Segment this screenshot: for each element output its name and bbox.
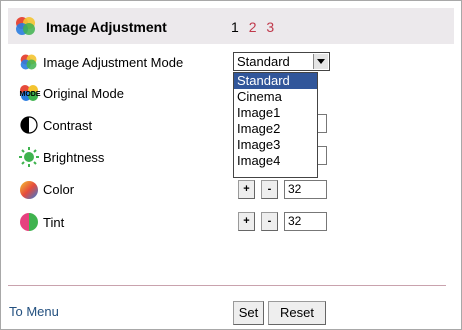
dropdown-option[interactable]: Image1 <box>234 105 317 121</box>
color-plus-button[interactable]: + <box>238 180 255 199</box>
tint-plus-button[interactable]: + <box>238 212 255 231</box>
original-mode-label: Original Mode <box>43 86 124 101</box>
dropdown-option[interactable]: Image2 <box>234 121 317 137</box>
palette-icon <box>14 14 38 41</box>
to-menu-link[interactable]: To Menu <box>9 304 59 319</box>
brightness-icon <box>18 146 40 171</box>
dropdown-option[interactable]: Standard <box>234 73 317 89</box>
set-button[interactable]: Set <box>233 301 264 325</box>
dropdown-option[interactable]: Image3 <box>234 137 317 153</box>
color-label: Color <box>43 182 75 197</box>
dropdown-option[interactable]: Image4 <box>234 153 317 169</box>
reset-button[interactable]: Reset <box>268 301 326 325</box>
mode-select[interactable]: Standard <box>233 52 330 71</box>
chevron-down-icon[interactable] <box>313 54 328 69</box>
mode-select-value: Standard <box>237 54 290 69</box>
tint-value-input[interactable]: 32 <box>284 212 327 231</box>
page-title: Image Adjustment <box>46 19 167 35</box>
color-value-input[interactable]: 32 <box>284 180 327 199</box>
tint-label: Tint <box>43 215 65 230</box>
panel-frame <box>0 0 462 330</box>
mode-dropdown-list[interactable]: Standard Cinema Image1 Image2 Image3 Ima… <box>233 72 318 178</box>
palette-icon <box>19 52 39 75</box>
header-bar: Image Adjustment 1 2 3 <box>8 8 454 44</box>
tint-icon <box>19 212 39 235</box>
brightness-label: Brightness <box>43 150 105 165</box>
contrast-icon <box>20 116 38 137</box>
page-nav: 1 2 3 <box>231 19 280 35</box>
page-2-link[interactable]: 2 <box>249 19 257 35</box>
dropdown-option[interactable]: Cinema <box>234 89 317 105</box>
mode-icon-text: MODE <box>20 91 41 98</box>
color-sphere-icon <box>19 180 39 203</box>
contrast-label: Contrast <box>43 118 93 133</box>
page-1: 1 <box>231 19 239 35</box>
color-minus-button[interactable]: - <box>261 180 278 199</box>
mode-label: Image Adjustment Mode <box>43 55 184 70</box>
tint-minus-button[interactable]: - <box>261 212 278 231</box>
mode-icon: MODE <box>19 83 41 106</box>
page-3-link[interactable]: 3 <box>266 19 274 35</box>
footer-divider <box>8 285 446 286</box>
